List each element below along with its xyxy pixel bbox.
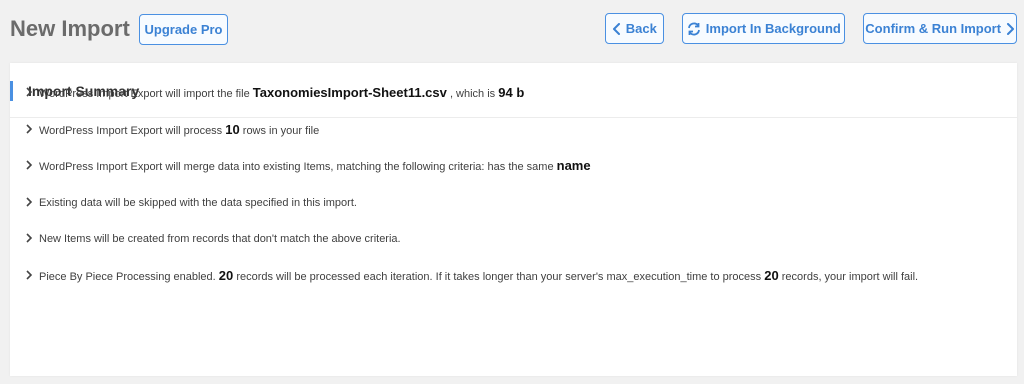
upgrade-pro-button[interactable]: Upgrade Pro (139, 14, 228, 45)
header-accent-bar (10, 81, 13, 101)
summary-item-skip: Existing data will be skipped with the d… (25, 194, 918, 231)
import-in-background-button[interactable]: Import In Background (682, 13, 845, 44)
upgrade-pro-label: Upgrade Pro (144, 22, 223, 37)
confirm-run-import-label: Confirm & Run Import (865, 21, 1002, 36)
file-size: 94 b (498, 85, 525, 100)
summary-item-piece-by-piece: Piece By Piece Processing enabled. 20 re… (25, 267, 918, 304)
refresh-icon (688, 22, 701, 35)
chevron-right-icon (26, 87, 33, 97)
confirm-run-import-button[interactable]: Confirm & Run Import (863, 13, 1017, 44)
import-in-background-label: Import In Background (705, 21, 841, 36)
back-label: Back (625, 21, 657, 36)
records-per-iteration: 20 (218, 267, 234, 283)
chevron-right-icon (1006, 22, 1014, 35)
chevron-left-icon (613, 22, 621, 35)
match-field: name (556, 158, 591, 173)
chevron-right-icon (26, 269, 33, 280)
chevron-right-icon (26, 233, 33, 243)
page-title: New Import (10, 16, 130, 41)
row-count: 10 (225, 121, 240, 137)
summary-list: WordPress Import Export will import the … (25, 84, 918, 303)
records-count: 20 (764, 267, 779, 283)
back-button[interactable]: Back (605, 13, 664, 44)
import-filename: TaxonomiesImport-Sheet11.csv (252, 85, 447, 100)
summary-item-file: WordPress Import Export will import the … (25, 84, 918, 121)
chevron-right-icon (26, 123, 33, 134)
summary-item-create: New Items will be created from records t… (25, 230, 918, 267)
chevron-right-icon (26, 160, 33, 170)
summary-item-rows: WordPress Import Export will process 10 … (25, 121, 918, 158)
chevron-right-icon (26, 196, 33, 207)
summary-item-merge: WordPress Import Export will merge data … (25, 157, 918, 194)
